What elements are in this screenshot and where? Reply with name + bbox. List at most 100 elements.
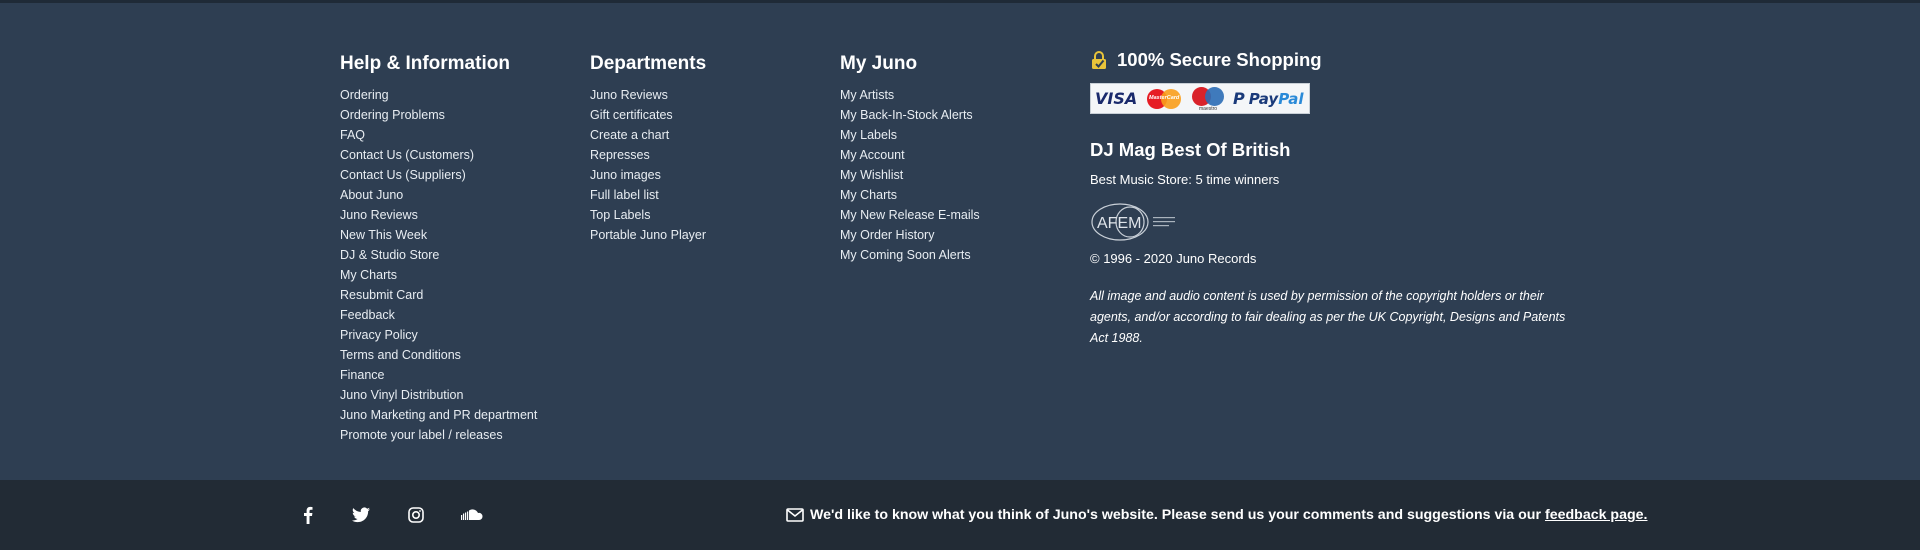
departments-link[interactable]: Full label list <box>590 188 659 202</box>
myjuno-link[interactable]: My New Release E-mails <box>840 208 980 222</box>
myjuno-heading: My Juno <box>840 53 918 74</box>
help-link[interactable]: Terms and Conditions <box>340 348 461 362</box>
myjuno-link[interactable]: My Artists <box>840 88 894 102</box>
myjuno-list: My Artists My Back-In-Stock Alerts My Labe… <box>840 85 980 265</box>
myjuno-link[interactable]: My Back-In-Stock Alerts <box>840 108 973 122</box>
departments-link[interactable]: Juno images <box>590 168 661 182</box>
myjuno-item: My Back-In-Stock Alerts <box>840 105 980 125</box>
help-link[interactable]: Contact Us (Customers) <box>340 148 474 162</box>
help-link[interactable]: DJ & Studio Store <box>340 248 439 262</box>
help-item: Feedback <box>340 305 537 325</box>
mastercard-logo: MasterCard <box>1145 87 1185 111</box>
copyright-text: © 1996 - 2020 Juno Records <box>1090 251 1257 266</box>
departments-link[interactable]: Create a chart <box>590 128 669 142</box>
departments-item: Juno images <box>590 165 706 185</box>
departments-heading: Departments <box>590 53 707 74</box>
myjuno-link[interactable]: My Charts <box>840 188 897 202</box>
soundcloud-icon[interactable] <box>461 505 483 525</box>
paypal-p-icon: P <box>1233 89 1245 108</box>
secure-shopping-title: 100% Secure Shopping <box>1117 49 1322 70</box>
feedback-message: We'd like to know what you think of Juno… <box>786 505 1648 525</box>
djmag-subtitle: Best Music Store: 5 time winners <box>1090 172 1280 187</box>
myjuno-link[interactable]: My Labels <box>840 128 897 142</box>
help-link[interactable]: Feedback <box>340 308 395 322</box>
departments-item: Top Labels <box>590 205 706 225</box>
departments-link[interactable]: Juno Reviews <box>590 88 668 102</box>
help-list: Ordering Ordering Problems FAQ Contact Us (… <box>340 85 537 445</box>
departments-link[interactable]: Gift certificates <box>590 108 673 122</box>
help-link[interactable]: FAQ <box>340 128 365 142</box>
help-item: My Charts <box>340 265 537 285</box>
help-item: Resubmit Card <box>340 285 537 305</box>
help-link[interactable]: Contact Us (Suppliers) <box>340 168 466 182</box>
help-item: Ordering Problems <box>340 105 537 125</box>
secure-shopping-row: 100% Secure Shopping <box>1090 47 1590 73</box>
myjuno-item: My Order History <box>840 225 980 245</box>
payment-cards: VISA MasterCard maestro P PayPal <box>1090 83 1310 114</box>
footer-bottom-bar: We'd like to know what you think of Juno… <box>0 480 1920 550</box>
help-item: Terms and Conditions <box>340 345 537 365</box>
help-column: Help & Information Ordering Ordering Prob… <box>340 52 537 445</box>
help-item: Juno Marketing and PR department <box>340 405 537 425</box>
help-item: Promote your label / releases <box>340 425 537 445</box>
help-item: Privacy Policy <box>340 325 537 345</box>
help-item: Finance <box>340 365 537 385</box>
afem-logo: AFEM <box>1090 201 1180 243</box>
instagram-icon[interactable] <box>408 505 424 525</box>
departments-item: Juno Reviews <box>590 85 706 105</box>
help-link[interactable]: Finance <box>340 368 384 382</box>
svg-text:AFEM: AFEM <box>1097 215 1141 232</box>
help-link[interactable]: Juno Vinyl Distribution <box>340 388 463 402</box>
djmag-title: DJ Mag Best Of British <box>1090 139 1291 160</box>
copyright-disclaimer: All image and audio content is used by p… <box>1090 289 1566 345</box>
help-item: Juno Reviews <box>340 205 537 225</box>
help-link[interactable]: Resubmit Card <box>340 288 423 302</box>
maestro-logo: maestro <box>1191 86 1227 112</box>
myjuno-item: My New Release E-mails <box>840 205 980 225</box>
secure-info-column: 100% Secure Shopping VISA MasterCard mae… <box>1090 47 1590 349</box>
footer-main: Help & Information Ordering Ordering Prob… <box>0 3 1920 480</box>
myjuno-item: My Coming Soon Alerts <box>840 245 980 265</box>
twitter-icon[interactable] <box>352 505 370 525</box>
departments-item: Create a chart <box>590 125 706 145</box>
help-item: Contact Us (Suppliers) <box>340 165 537 185</box>
help-item: DJ & Studio Store <box>340 245 537 265</box>
help-heading: Help & Information <box>340 53 510 74</box>
envelope-icon <box>786 508 804 522</box>
help-link[interactable]: Ordering <box>340 88 389 102</box>
facebook-icon[interactable] <box>303 505 313 525</box>
myjuno-link[interactable]: My Wishlist <box>840 168 903 182</box>
myjuno-item: My Account <box>840 145 980 165</box>
help-link[interactable]: Privacy Policy <box>340 328 418 342</box>
departments-item: Represses <box>590 145 706 165</box>
myjuno-item: My Wishlist <box>840 165 980 185</box>
help-link[interactable]: Juno Marketing and PR department <box>340 408 537 422</box>
padlock-icon <box>1090 50 1109 70</box>
myjuno-item: My Labels <box>840 125 980 145</box>
help-link[interactable]: Promote your label / releases <box>340 428 503 442</box>
help-item: Ordering <box>340 85 537 105</box>
help-link[interactable]: Juno Reviews <box>340 208 418 222</box>
help-item: New This Week <box>340 225 537 245</box>
paypal-logo: P PayPal <box>1233 89 1304 108</box>
help-item: About Juno <box>340 185 537 205</box>
departments-item: Gift certificates <box>590 105 706 125</box>
departments-link[interactable]: Represses <box>590 148 650 162</box>
departments-link[interactable]: Portable Juno Player <box>590 228 706 242</box>
help-link[interactable]: My Charts <box>340 268 397 282</box>
departments-list: Juno Reviews Gift certificates Create a ch… <box>590 85 706 245</box>
myjuno-link[interactable]: My Order History <box>840 228 934 242</box>
help-link[interactable]: About Juno <box>340 188 403 202</box>
myjuno-link[interactable]: My Account <box>840 148 905 162</box>
help-link[interactable]: New This Week <box>340 228 427 242</box>
visa-logo: VISA <box>1095 89 1138 108</box>
departments-column: Departments Juno Reviews Gift certificate… <box>590 52 706 245</box>
myjuno-link[interactable]: My Coming Soon Alerts <box>840 248 971 262</box>
departments-link[interactable]: Top Labels <box>590 208 650 222</box>
feedback-page-link[interactable]: feedback page. <box>1545 507 1648 523</box>
help-link[interactable]: Ordering Problems <box>340 108 445 122</box>
myjuno-item: My Artists <box>840 85 980 105</box>
departments-item: Full label list <box>590 185 706 205</box>
help-item: FAQ <box>340 125 537 145</box>
myjuno-item: My Charts <box>840 185 980 205</box>
